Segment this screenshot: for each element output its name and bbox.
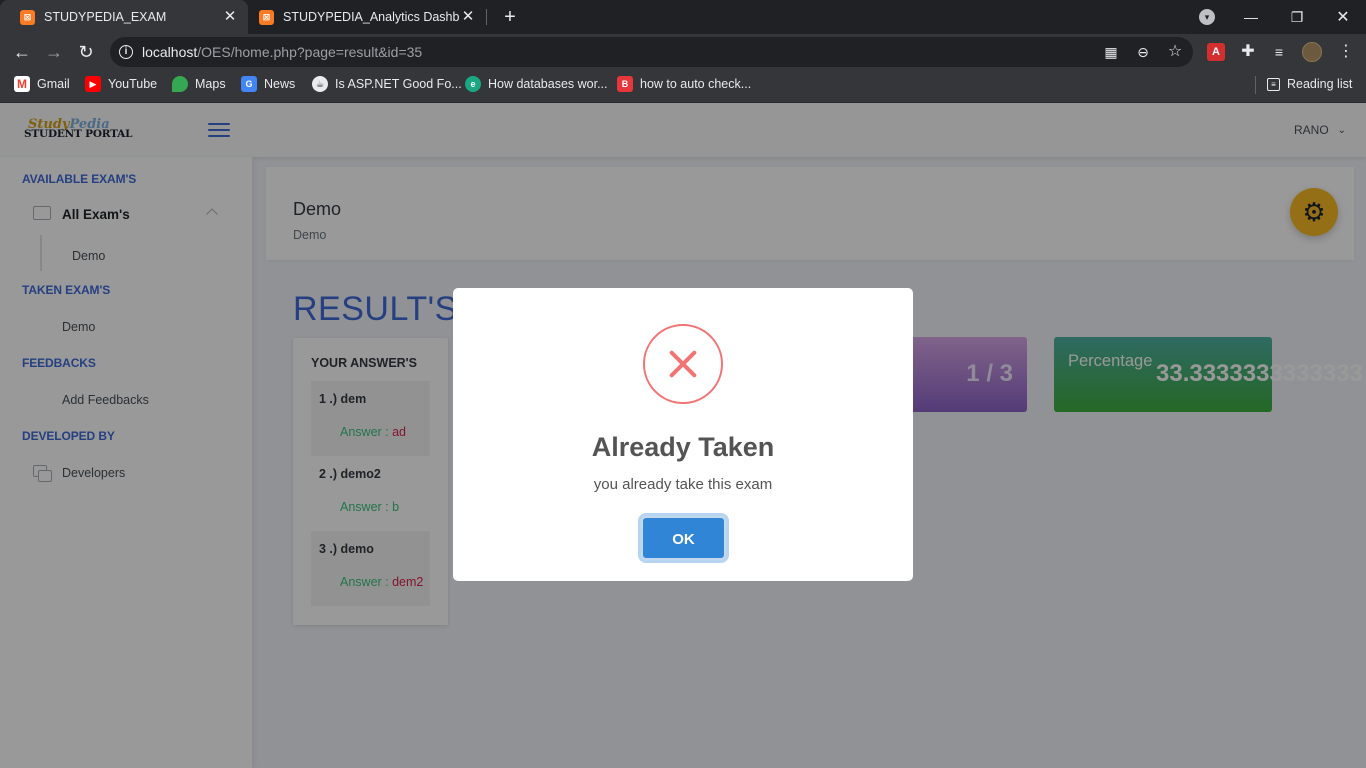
- close-tab-icon[interactable]: ✕: [222, 9, 238, 25]
- tab-title: STUDYPEDIA_Analytics Dashboar: [283, 10, 459, 24]
- gmail-icon: M: [14, 76, 30, 92]
- dialog-title: Already Taken: [591, 432, 775, 462]
- tab-search-icon[interactable]: ▾: [1199, 9, 1215, 25]
- profile-avatar[interactable]: [1302, 42, 1322, 62]
- news-icon: G: [241, 76, 257, 92]
- extensions-puzzle-icon[interactable]: ✚: [1237, 41, 1259, 63]
- forward-icon[interactable]: →: [41, 39, 67, 65]
- menu-kebab-icon[interactable]: ⋮: [1335, 41, 1357, 63]
- coffee-cup-icon: ☕: [312, 76, 328, 92]
- minimize-icon[interactable]: —: [1228, 0, 1274, 34]
- tab-studypedia-exam[interactable]: ⊠ STUDYPEDIA_EXAM ✕: [0, 0, 248, 34]
- tab-analytics-dashboard[interactable]: ⊠ STUDYPEDIA_Analytics Dashboar ✕: [239, 0, 486, 34]
- error-x-icon: [643, 324, 723, 404]
- bookmarks-bar: M Gmail ▶ YouTube Maps G News ☕ Is ASP.N…: [0, 70, 1366, 103]
- browser-toolbar: ← → ↻ i localhost/OES/home.php?page=resu…: [0, 34, 1366, 70]
- already-taken-dialog: Already Taken you already take this exam…: [453, 288, 913, 581]
- browser-tabbar: ⊠ STUDYPEDIA_EXAM ✕ ⊠ STUDYPEDIA_Analyti…: [0, 0, 1366, 34]
- reading-list-button[interactable]: ≡ Reading list: [1267, 70, 1352, 98]
- ok-button[interactable]: OK: [641, 516, 726, 560]
- dialog-message: you already take this exam: [593, 476, 773, 493]
- bookmark-news[interactable]: G News: [241, 70, 295, 98]
- restore-icon[interactable]: ❐: [1274, 0, 1320, 34]
- media-queue-icon[interactable]: ≡: [1268, 41, 1290, 63]
- xampp-favicon-icon: ⊠: [20, 9, 35, 25]
- b-favicon-icon: B: [617, 76, 633, 92]
- zoom-icon[interactable]: ⊖: [1133, 42, 1153, 62]
- close-tab-icon[interactable]: ✕: [460, 9, 476, 25]
- bookmark-maps[interactable]: Maps: [172, 70, 226, 98]
- bookmark-aspnet[interactable]: ☕ Is ASP.NET Good Fo...: [312, 70, 462, 98]
- bookmark-databases[interactable]: e How databases wor...: [465, 70, 608, 98]
- tab-separator: [486, 9, 487, 25]
- new-tab-icon[interactable]: +: [498, 5, 522, 29]
- pdf-extension-icon[interactable]: A: [1207, 43, 1225, 61]
- bookmark-auto-check[interactable]: B how to auto check...: [617, 70, 751, 98]
- reload-icon[interactable]: ↻: [73, 39, 99, 65]
- site-info-icon[interactable]: i: [119, 45, 133, 59]
- back-icon[interactable]: ←: [9, 39, 35, 65]
- bookmark-gmail[interactable]: M Gmail: [14, 70, 70, 98]
- bookmark-separator: [1255, 76, 1256, 94]
- maps-pin-icon: [172, 76, 188, 92]
- educative-icon: e: [465, 76, 481, 92]
- address-bar[interactable]: i localhost/OES/home.php?page=result&id=…: [110, 37, 1193, 67]
- bookmark-youtube[interactable]: ▶ YouTube: [85, 70, 157, 98]
- xampp-favicon-icon: ⊠: [259, 9, 274, 25]
- url-text[interactable]: localhost/OES/home.php?page=result&id=35: [142, 44, 422, 60]
- tab-title: STUDYPEDIA_EXAM: [44, 10, 167, 24]
- qr-code-icon[interactable]: ▦: [1101, 42, 1121, 62]
- reading-list-icon: ≡: [1267, 77, 1280, 91]
- bookmark-star-icon[interactable]: ☆: [1165, 42, 1185, 62]
- close-window-icon[interactable]: ✕: [1320, 0, 1366, 34]
- youtube-icon: ▶: [85, 76, 101, 92]
